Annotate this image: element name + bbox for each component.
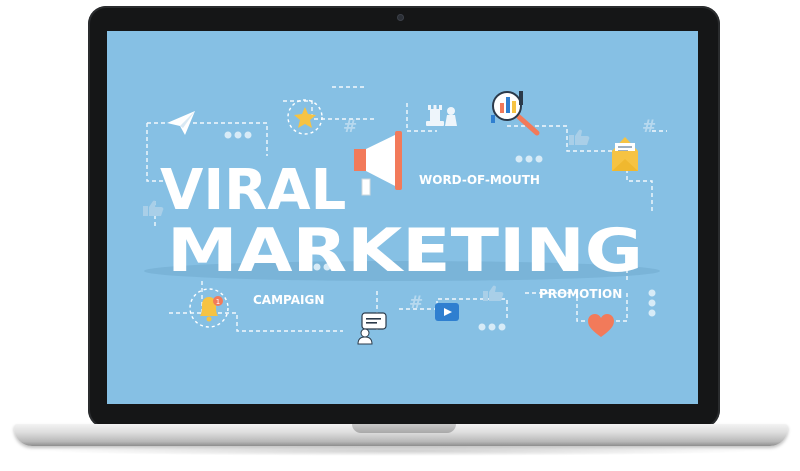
hash-symbol: # xyxy=(343,117,357,137)
star-icon xyxy=(294,107,316,128)
laptop-opening-notch xyxy=(352,424,456,433)
laptop-screen: # # # 1 VIRAL MARKETING WORD-OF-MOUTH CA… xyxy=(107,31,698,404)
thumbs-up-icon xyxy=(483,285,504,301)
video-play-icon xyxy=(435,303,459,321)
paper-plane-icon xyxy=(167,111,195,135)
hash-symbol: # xyxy=(409,293,423,313)
chess-pawn-icon xyxy=(445,107,457,126)
viral-marketing-illustration: # # # 1 VIRAL MARKETING WORD-OF-MOUTH CA… xyxy=(143,86,667,345)
envelope-icon xyxy=(612,137,638,171)
headline-viral: VIRAL xyxy=(160,158,346,223)
tag-promotion: PROMOTION xyxy=(539,287,622,301)
tag-campaign: CAMPAIGN xyxy=(253,293,324,307)
hash-symbol: # xyxy=(642,117,656,137)
chess-rook-icon xyxy=(426,105,444,126)
webcam xyxy=(397,14,404,21)
megaphone-icon xyxy=(354,131,402,196)
notification-badge-count: 1 xyxy=(216,298,220,306)
laptop-shadow xyxy=(40,446,760,456)
heart-icon xyxy=(588,314,614,337)
headline-marketing: MARKETING xyxy=(167,216,643,286)
chat-person-icon xyxy=(357,312,387,345)
tag-word-of-mouth: WORD-OF-MOUTH xyxy=(419,173,540,187)
thumbs-up-icon xyxy=(569,129,590,145)
